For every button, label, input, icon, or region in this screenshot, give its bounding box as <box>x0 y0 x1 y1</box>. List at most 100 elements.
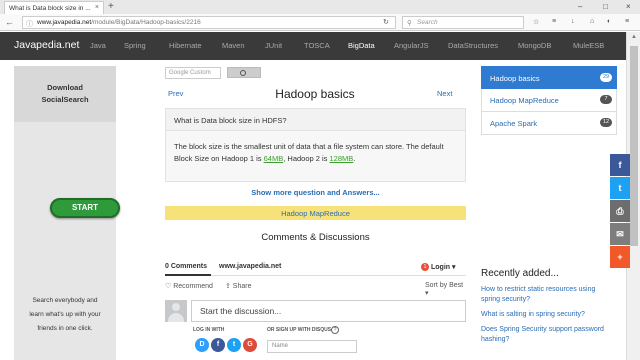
print-icon[interactable]: ⎙ <box>610 200 630 222</box>
nav-maven[interactable]: Maven <box>222 41 245 50</box>
disqus-site-tab[interactable]: www.javapedia.net <box>219 263 281 270</box>
custom-search-input[interactable]: Google Custom <box>165 67 221 79</box>
scroll-up-icon[interactable]: ▲ <box>631 34 637 40</box>
answer-highlight-64mb[interactable]: 64MB <box>264 154 284 163</box>
ad-start-button[interactable]: START <box>50 198 120 218</box>
scrollbar-thumb[interactable] <box>630 46 638 246</box>
page-title: Hadoop basics <box>275 87 355 101</box>
name-field[interactable]: Name <box>267 340 357 353</box>
ad-footer-line1: Search everybody and <box>32 297 98 304</box>
avatar <box>165 300 187 322</box>
active-tab-underline <box>165 274 211 276</box>
custom-search-button[interactable] <box>227 67 261 78</box>
tab-title: What is Data block size in ... <box>9 5 91 12</box>
reload-icon[interactable]: ↻ <box>383 18 389 26</box>
sidebar-item-count: 7 <box>600 95 612 104</box>
nav-mongodb[interactable]: MongoDB <box>518 41 551 50</box>
close-window-button[interactable]: × <box>626 2 631 11</box>
nav-junit[interactable]: JUnit <box>265 41 282 50</box>
google-login-icon[interactable]: G <box>243 338 257 352</box>
prev-link[interactable]: Prev <box>168 89 183 98</box>
answer-part2: , Hadoop 2 is <box>283 154 330 163</box>
recent-link[interactable]: How to restrict static resources using s… <box>481 285 609 305</box>
ad-heading: Download SocialSearch <box>14 66 116 122</box>
menu-icon[interactable]: ≡ <box>625 18 629 25</box>
nav-angularjs[interactable]: AngularJS <box>394 41 429 50</box>
help-icon[interactable]: ? <box>331 326 339 334</box>
tab-close-icon[interactable]: × <box>95 4 99 11</box>
disqus-login-button[interactable]: Login ▾ <box>431 263 456 271</box>
question-text: What is Data block size in HDFS? <box>166 109 465 131</box>
nav-bigdata[interactable]: BigData <box>348 41 375 50</box>
nav-hibernate[interactable]: Hibernate <box>169 41 202 50</box>
answer-part3: . <box>353 154 356 163</box>
site-brand[interactable]: Javapedia.net <box>14 39 79 51</box>
sign-up-disqus-label: OR SIGN UP WITH DISQUS <box>267 327 332 333</box>
facebook-share-icon[interactable]: f <box>610 154 630 176</box>
sidebar-item-count: 29 <box>600 73 612 82</box>
next-link[interactable]: Next <box>437 89 452 98</box>
browser-search-input[interactable]: ⚲ Search <box>402 16 524 29</box>
qa-panel: What is Data block size in HDFS? The blo… <box>165 108 466 182</box>
discussion-input[interactable]: Start the discussion... <box>191 300 466 322</box>
home-icon[interactable]: ⌂ <box>590 18 594 25</box>
nav-spring[interactable]: Spring <box>124 41 146 50</box>
url-host: www.javapedia.net <box>37 19 92 26</box>
pocket-icon[interactable]: ◐ <box>607 18 611 25</box>
ad-heading-line1: Download <box>47 83 83 92</box>
facebook-login-icon[interactable]: f <box>211 338 225 352</box>
search-icon: ⚲ <box>407 20 412 27</box>
next-topic-link[interactable]: Hadoop MapReduce <box>165 206 466 220</box>
info-icon: ⓘ <box>26 21 33 28</box>
ad-heading-line2: SocialSearch <box>41 95 89 104</box>
recently-added: Recently added... How to restrict static… <box>481 268 609 350</box>
recommend-button[interactable]: ♡ Recommend <box>165 282 213 290</box>
maximize-button[interactable]: □ <box>603 2 608 11</box>
recent-link[interactable]: Does Spring Security support password ha… <box>481 325 609 345</box>
twitter-login-icon[interactable]: t <box>227 338 241 352</box>
recently-added-heading: Recently added... <box>481 268 559 279</box>
log-in-with-label: LOG IN WITH <box>193 327 225 333</box>
answer-highlight-128mb[interactable]: 128MB <box>330 154 354 163</box>
site-navbar: Javapedia.net Java Spring Hibernate Mave… <box>0 32 626 60</box>
nav-tosca[interactable]: TOSCA <box>304 41 330 50</box>
ad-footer-line2: learn what's up with your <box>29 311 101 318</box>
browser-tab-bar: What is Data block size in ... × + – □ × <box>0 0 640 14</box>
browser-tab[interactable]: What is Data block size in ... × <box>4 1 104 14</box>
show-more-link[interactable]: Show more question and Answers... <box>165 188 466 197</box>
sidebar-item-label: Hadoop MapReduce <box>490 96 559 105</box>
ad-footer-text: Search everybody and learn what's up wit… <box>14 294 116 336</box>
sort-dropdown[interactable]: Sort by Best ▾ <box>425 282 466 297</box>
search-placeholder: Search <box>417 19 438 26</box>
topic-sidebar: Hadoop basics 29 Hadoop MapReduce 7 Apac… <box>481 66 617 135</box>
reading-list-icon[interactable]: ≡ <box>552 18 556 25</box>
comments-heading: Comments & Discussions <box>261 232 370 243</box>
share-button[interactable]: ⇪ Share <box>225 282 252 290</box>
notification-badge[interactable]: 1 <box>421 263 429 271</box>
nav-datastructures[interactable]: DataStructures <box>448 41 498 50</box>
twitter-share-icon[interactable]: t <box>610 177 630 199</box>
comments-count-tab[interactable]: 0 Comments <box>165 263 207 270</box>
avatar-head <box>172 303 180 311</box>
disqus-login-icon[interactable]: D <box>195 338 209 352</box>
ad-footer-line3: friends in one click. <box>37 325 93 332</box>
nav-muleesb[interactable]: MuleESB <box>573 41 604 50</box>
url-bar[interactable]: ⓘ www.javapedia.net/module/BigData/Hadoo… <box>22 16 396 29</box>
sidebar-item-hadoop-mapreduce[interactable]: Hadoop MapReduce 7 <box>481 89 617 112</box>
sidebar-item-count: 12 <box>600 118 612 127</box>
avatar-body <box>168 313 184 322</box>
url-path: /module/BigData/Hadoop-basics/2216 <box>91 19 201 26</box>
download-icon[interactable]: ↓ <box>571 18 575 25</box>
back-arrow-icon[interactable]: ← <box>5 17 14 27</box>
bookmark-star-icon[interactable]: ☆ <box>533 18 539 26</box>
answer-text: The block size is the smallest unit of d… <box>174 141 459 165</box>
new-tab-button[interactable]: + <box>108 1 114 12</box>
sidebar-item-apache-spark[interactable]: Apache Spark 12 <box>481 112 617 135</box>
more-share-icon[interactable]: + <box>610 246 630 268</box>
nav-java[interactable]: Java <box>90 41 106 50</box>
email-share-icon[interactable]: ✉ <box>610 223 630 245</box>
recent-link[interactable]: What is salting in spring security? <box>481 310 609 320</box>
minimize-button[interactable]: – <box>578 2 582 11</box>
address-toolbar: ← ⓘ www.javapedia.net/module/BigData/Had… <box>0 14 640 31</box>
sidebar-item-hadoop-basics[interactable]: Hadoop basics 29 <box>481 66 617 89</box>
